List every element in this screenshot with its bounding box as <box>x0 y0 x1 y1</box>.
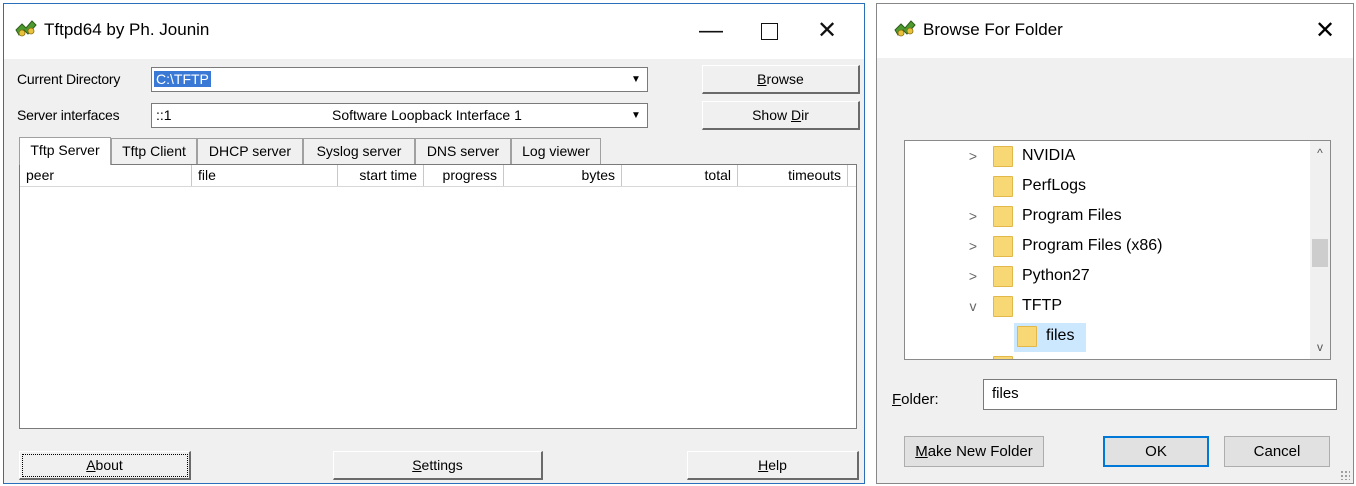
dialog-close-button[interactable]: ✕ <box>1305 14 1345 48</box>
tab-log-viewer[interactable]: Log viewer <box>511 138 601 164</box>
folder-label: Folder: <box>892 391 939 408</box>
folder-icon <box>1017 326 1037 347</box>
title-bar: Tftpd64 by Ph. Jounin — ✕ <box>4 4 864 59</box>
folder-rest: older: <box>901 391 939 408</box>
settings-accel: S <box>412 457 422 473</box>
folder-accel: F <box>892 391 902 408</box>
folder-icon <box>993 356 1013 359</box>
about-rest: bout <box>95 457 123 473</box>
tree-item-files[interactable]: files <box>905 322 1305 352</box>
folder-icon <box>993 236 1013 257</box>
list-header: peer file start time progress bytes tota… <box>20 165 856 187</box>
tab-tftp-server[interactable]: Tftp Server <box>19 137 111 165</box>
column-file[interactable]: file <box>192 165 338 186</box>
folder-icon <box>993 266 1013 287</box>
server-interfaces-combo[interactable]: ::1 Software Loopback Interface 1 ▼ <box>151 103 648 128</box>
tree-item-label: PerfLogs <box>1022 177 1087 194</box>
show-dir-button[interactable]: Show Dir <box>702 101 860 130</box>
show-dir-accel: D <box>791 107 802 123</box>
browse-rest: rowse <box>766 71 804 87</box>
dropdown-arrow-icon[interactable]: ▼ <box>627 70 645 89</box>
about-button[interactable]: About <box>19 451 191 480</box>
scroll-thumb[interactable] <box>1312 239 1328 267</box>
column-peer[interactable]: peer <box>20 165 192 186</box>
help-button[interactable]: Help <box>687 451 859 480</box>
scroll-down-icon[interactable]: v <box>1310 337 1330 357</box>
current-directory-label: Current Directory <box>17 71 121 87</box>
chevron-right-icon[interactable]: > <box>965 148 981 164</box>
tab-dhcp-server[interactable]: DHCP server <box>197 138 303 164</box>
tftpd-app-icon <box>15 20 37 37</box>
column-bytes[interactable]: bytes <box>504 165 622 186</box>
make-new-folder-button[interactable]: Make New Folder <box>904 436 1044 467</box>
scroll-up-icon[interactable]: ^ <box>1310 143 1330 163</box>
tree-item-program-files[interactable]: > Program Files <box>905 202 1305 232</box>
server-interface-address: ::1 <box>156 107 172 123</box>
make-new-folder-accel: M <box>915 443 928 460</box>
tree-item-label: Program Files (x86) <box>1022 237 1163 254</box>
column-timeouts[interactable]: timeouts <box>738 165 848 186</box>
maximize-icon <box>760 23 778 41</box>
tree-item-program-files-x86[interactable]: > Program Files (x86) <box>905 232 1305 262</box>
tree-item-partial <box>905 352 1305 359</box>
chevron-right-icon[interactable]: > <box>965 268 981 284</box>
folder-icon <box>993 296 1013 317</box>
dialog-title-bar: Browse For Folder ✕ <box>877 4 1353 58</box>
column-total[interactable]: total <box>622 165 738 186</box>
tab-syslog-server[interactable]: Syslog server <box>303 138 415 164</box>
about-accel: A <box>86 457 96 473</box>
make-new-folder-rest: ake New Folder <box>927 443 1033 460</box>
column-progress[interactable]: progress <box>424 165 504 186</box>
tree-item-label: NVIDIA <box>1022 147 1076 164</box>
folder-icon <box>993 146 1013 167</box>
tree-item-label: Program Files <box>1022 207 1122 224</box>
folder-tree[interactable]: > NVIDIA PerfLogs > Program Files > Prog… <box>904 140 1331 360</box>
current-directory-value: C:\TFTP <box>154 71 211 87</box>
tree-item-perflogs[interactable]: PerfLogs <box>905 172 1305 202</box>
settings-rest: ettings <box>421 457 463 473</box>
settings-button[interactable]: Settings <box>333 451 543 480</box>
chevron-down-icon[interactable]: v <box>965 298 981 314</box>
tftpd-app-icon <box>894 20 916 37</box>
tree-item-nvidia[interactable]: > NVIDIA <box>905 142 1305 172</box>
help-accel: H <box>758 457 769 473</box>
browse-for-folder-dialog: Browse For Folder ✕ > NVIDIA PerfLogs > … <box>876 3 1354 484</box>
tree-item-label: Python27 <box>1022 267 1090 284</box>
window-title: Tftpd64 by Ph. Jounin <box>44 20 210 39</box>
folder-icon <box>993 176 1013 197</box>
column-start-time[interactable]: start time <box>338 165 424 186</box>
chevron-right-icon[interactable]: > <box>965 238 981 254</box>
resize-grip-icon[interactable] <box>1340 470 1350 480</box>
dropdown-arrow-icon[interactable]: ▼ <box>627 106 645 125</box>
ok-button[interactable]: OK <box>1103 436 1209 467</box>
browse-button[interactable]: Browse <box>702 65 860 94</box>
close-button[interactable]: ✕ <box>798 12 856 50</box>
dialog-title: Browse For Folder <box>923 20 1063 39</box>
tree-scrollbar[interactable]: ^ v <box>1310 141 1330 359</box>
tab-tftp-client[interactable]: Tftp Client <box>111 138 197 164</box>
tftpd64-window: Tftpd64 by Ph. Jounin — ✕ Current Direct… <box>3 3 865 484</box>
tab-dns-server[interactable]: DNS server <box>415 138 511 164</box>
cancel-button[interactable]: Cancel <box>1224 436 1330 467</box>
folder-field[interactable]: files <box>983 379 1337 410</box>
show-dir-before: Show <box>752 107 791 123</box>
folder-icon <box>993 206 1013 227</box>
chevron-right-icon[interactable]: > <box>965 208 981 224</box>
server-interface-name: Software Loopback Interface 1 <box>332 107 522 123</box>
show-dir-rest: ir <box>801 107 809 123</box>
tree-item-python27[interactable]: > Python27 <box>905 262 1305 292</box>
minimize-button[interactable]: — <box>682 12 740 50</box>
tree-item-label: files <box>1046 327 1075 344</box>
maximize-button[interactable] <box>740 12 798 50</box>
transfers-list[interactable]: peer file start time progress bytes tota… <box>19 164 857 429</box>
current-directory-combo[interactable]: C:\TFTP ▼ <box>151 67 648 92</box>
tree-item-tftp[interactable]: v TFTP <box>905 292 1305 322</box>
server-interfaces-label: Server interfaces <box>17 107 120 123</box>
help-rest: elp <box>768 457 787 473</box>
tree-item-label: TFTP <box>1022 297 1062 314</box>
